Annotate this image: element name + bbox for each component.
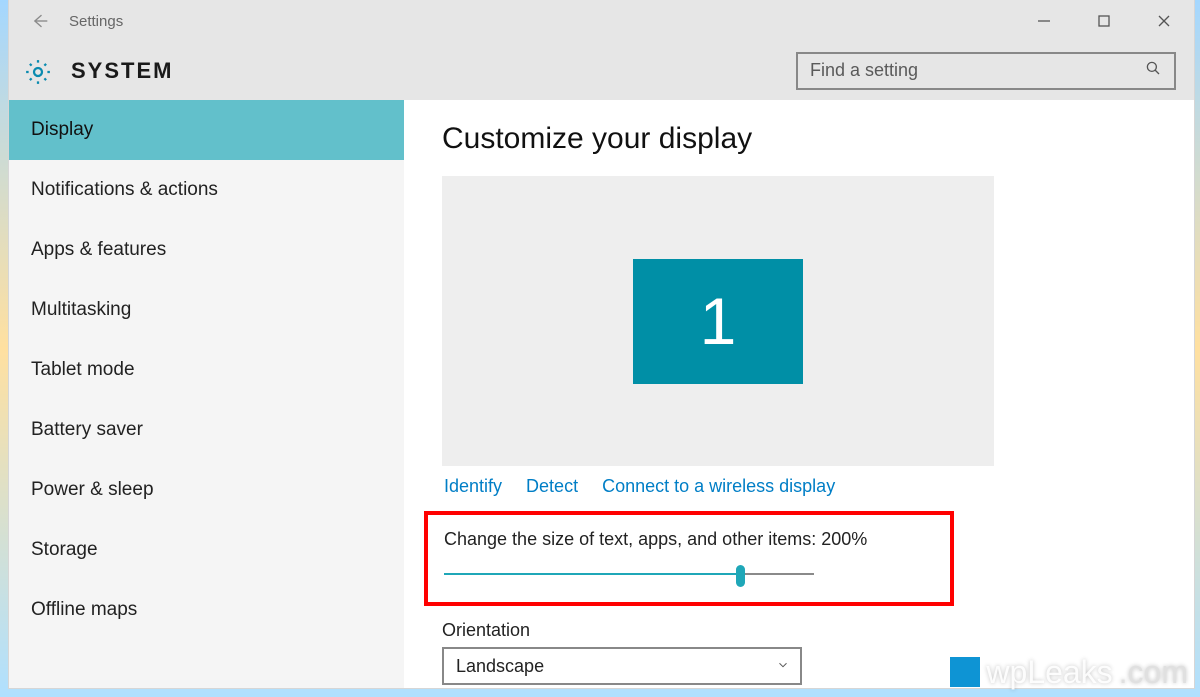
orientation-value: Landscape xyxy=(456,656,544,677)
sidebar-item-storage[interactable]: Storage xyxy=(9,520,404,580)
sidebar-item-multitasking[interactable]: Multitasking xyxy=(9,280,404,340)
sidebar: Display Notifications & actions Apps & f… xyxy=(9,100,404,688)
sidebar-item-display[interactable]: Display xyxy=(9,100,404,160)
sidebar-item-label: Notifications & actions xyxy=(31,179,218,201)
titlebar: Settings xyxy=(9,0,1194,42)
slider-fill xyxy=(444,573,740,575)
search-icon xyxy=(1144,59,1162,82)
sidebar-item-label: Battery saver xyxy=(31,419,143,441)
sidebar-item-tablet[interactable]: Tablet mode xyxy=(9,340,404,400)
gear-icon xyxy=(23,57,53,87)
sidebar-item-label: Multitasking xyxy=(31,299,131,321)
sidebar-item-label: Apps & features xyxy=(31,239,166,261)
sidebar-item-offline-maps[interactable]: Offline maps xyxy=(9,580,404,640)
wireless-link[interactable]: Connect to a wireless display xyxy=(602,476,835,497)
scale-slider[interactable] xyxy=(444,564,814,584)
sidebar-item-label: Power & sleep xyxy=(31,479,154,501)
close-button[interactable] xyxy=(1134,0,1194,42)
scale-label: Change the size of text, apps, and other… xyxy=(444,529,936,550)
sidebar-item-power[interactable]: Power & sleep xyxy=(9,460,404,520)
monitor-number: 1 xyxy=(700,283,737,359)
monitor-tile[interactable]: 1 xyxy=(633,259,803,384)
back-button[interactable] xyxy=(9,0,69,42)
section-title: SYSTEM xyxy=(71,58,173,84)
display-links: Identify Detect Connect to a wireless di… xyxy=(442,472,1164,511)
detect-link[interactable]: Detect xyxy=(526,476,578,497)
sidebar-item-label: Storage xyxy=(31,539,98,561)
window-title: Settings xyxy=(69,13,123,30)
search-input[interactable] xyxy=(810,60,1144,81)
minimize-button[interactable] xyxy=(1014,0,1074,42)
orientation-dropdown[interactable]: Landscape xyxy=(442,647,802,685)
sidebar-item-label: Offline maps xyxy=(31,599,137,621)
identify-link[interactable]: Identify xyxy=(444,476,502,497)
section-header: SYSTEM xyxy=(9,42,1194,100)
sidebar-item-battery[interactable]: Battery saver xyxy=(9,400,404,460)
search-box[interactable] xyxy=(796,52,1176,90)
scale-highlight: Change the size of text, apps, and other… xyxy=(424,511,954,606)
sidebar-item-apps[interactable]: Apps & features xyxy=(9,220,404,280)
chevron-down-icon xyxy=(776,656,790,677)
sidebar-item-label: Display xyxy=(31,119,93,141)
settings-window: Settings SYSTEM xyxy=(9,0,1194,688)
sidebar-item-notifications[interactable]: Notifications & actions xyxy=(9,160,404,220)
maximize-button[interactable] xyxy=(1074,0,1134,42)
display-preview[interactable]: 1 xyxy=(442,176,994,466)
main-panel: Customize your display 1 Identify Detect… xyxy=(404,100,1194,688)
orientation-label: Orientation xyxy=(442,620,1164,641)
slider-thumb[interactable] xyxy=(736,565,745,587)
page-heading: Customize your display xyxy=(442,122,1164,156)
sidebar-item-label: Tablet mode xyxy=(31,359,135,381)
